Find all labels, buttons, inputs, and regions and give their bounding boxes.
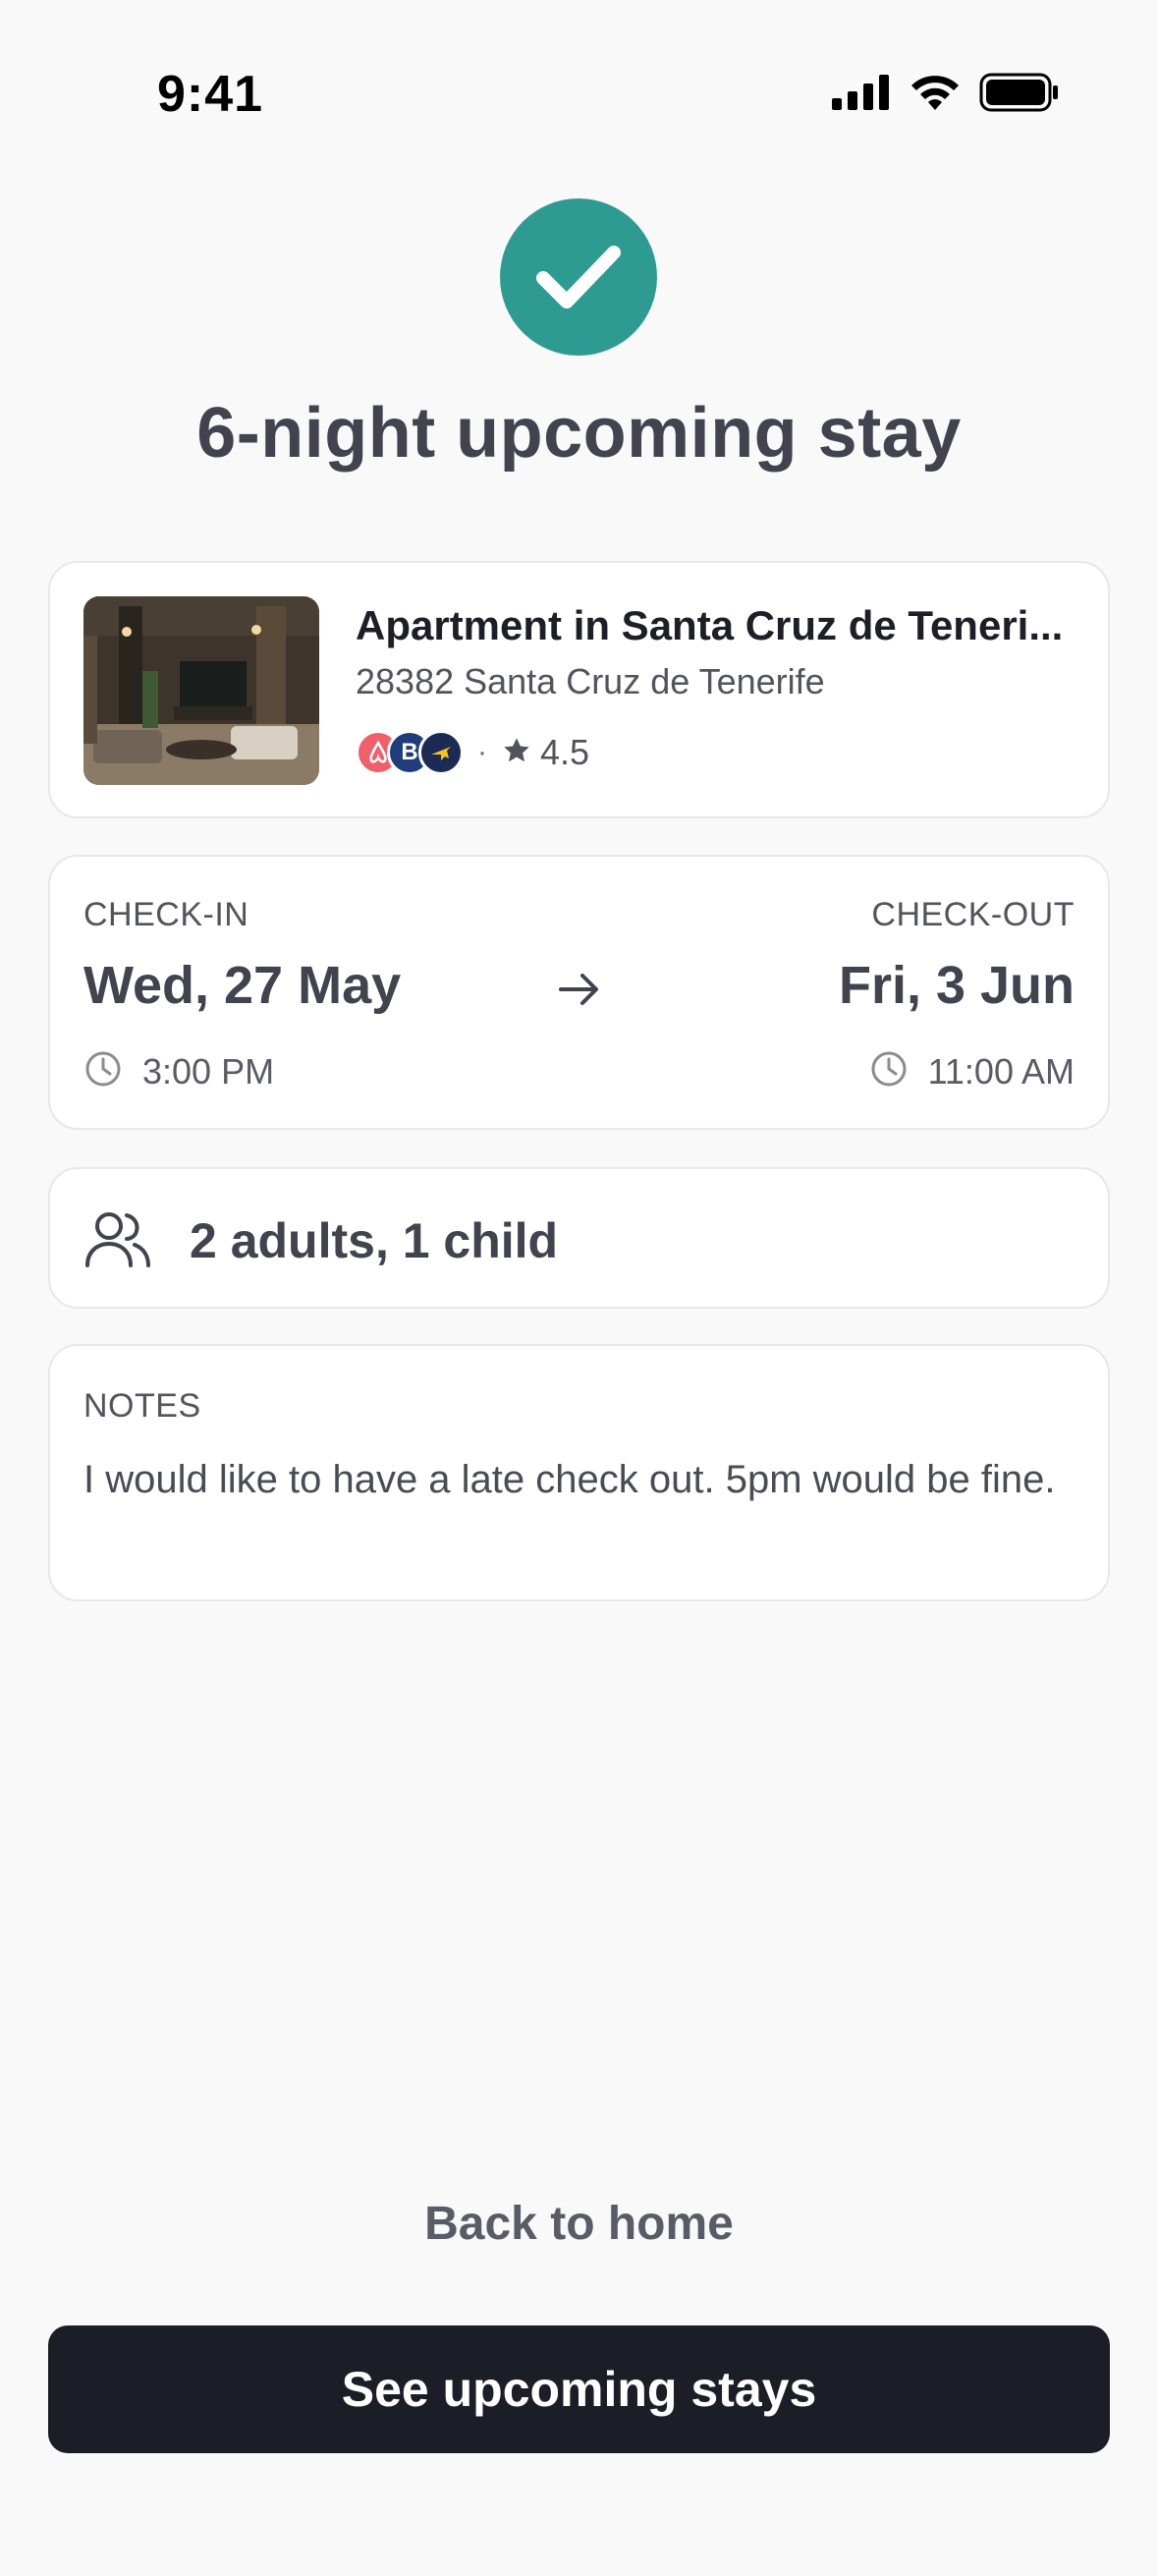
status-icons [832,73,1060,117]
see-upcoming-stays-button[interactable]: See upcoming stays [48,2325,1110,2453]
back-to-home-link[interactable]: Back to home [0,2197,1158,2251]
property-address: 28382 Santa Cruz de Tenerife [356,661,825,701]
checkmark-icon [500,198,657,356]
battery-icon [979,73,1060,117]
expedia-logo-icon [418,730,464,775]
property-rating: 4.5 [540,732,590,772]
booking-confirmation-screen: 9:41 6-night upcoming stay Apartment in … [0,0,1158,2576]
status-time: 9:41 [157,66,264,123]
checkout-label: CHECK-OUT [871,896,1075,933]
guests-card: 2 adults, 1 child [48,1167,1110,1309]
status-bar: 9:41 [0,0,1158,187]
checkin-time-row: 3:00 PM [83,1049,274,1093]
meta-separator: · [477,736,487,768]
stay-dates-card: CHECK-IN Wed, 27 May 3:00 PM CHECK-OUT F… [48,855,1110,1130]
notes-card: NOTES I would like to have a late check … [48,1344,1110,1601]
property-image [83,596,319,785]
arrow-right-icon [555,965,604,1019]
checkout-date: Fri, 3 Jun [838,956,1075,1015]
page-title: 6-night upcoming stay [196,394,962,473]
star-icon [501,735,532,771]
property-meta: B · 4.5 [356,730,589,775]
notes-label: NOTES [83,1387,201,1425]
clock-icon [869,1049,909,1093]
guests-summary: 2 adults, 1 child [190,1213,559,1268]
clock-icon [83,1049,123,1093]
checkin-time: 3:00 PM [142,1050,275,1092]
property-title: Apartment in Santa Cruz de Teneri... [356,602,1064,648]
checkout-time: 11:00 AM [927,1050,1075,1092]
wifi-icon [909,73,962,117]
checkout-time-row: 11:00 AM [869,1049,1075,1093]
checkin-date: Wed, 27 May [83,956,402,1015]
users-icon [83,1208,152,1276]
notes-text: I would like to have a late check out. 5… [83,1458,1056,1501]
property-card[interactable]: Apartment in Santa Cruz de Teneri... 283… [48,561,1110,818]
checkin-label: CHECK-IN [83,896,249,933]
signal-icon [832,75,891,115]
